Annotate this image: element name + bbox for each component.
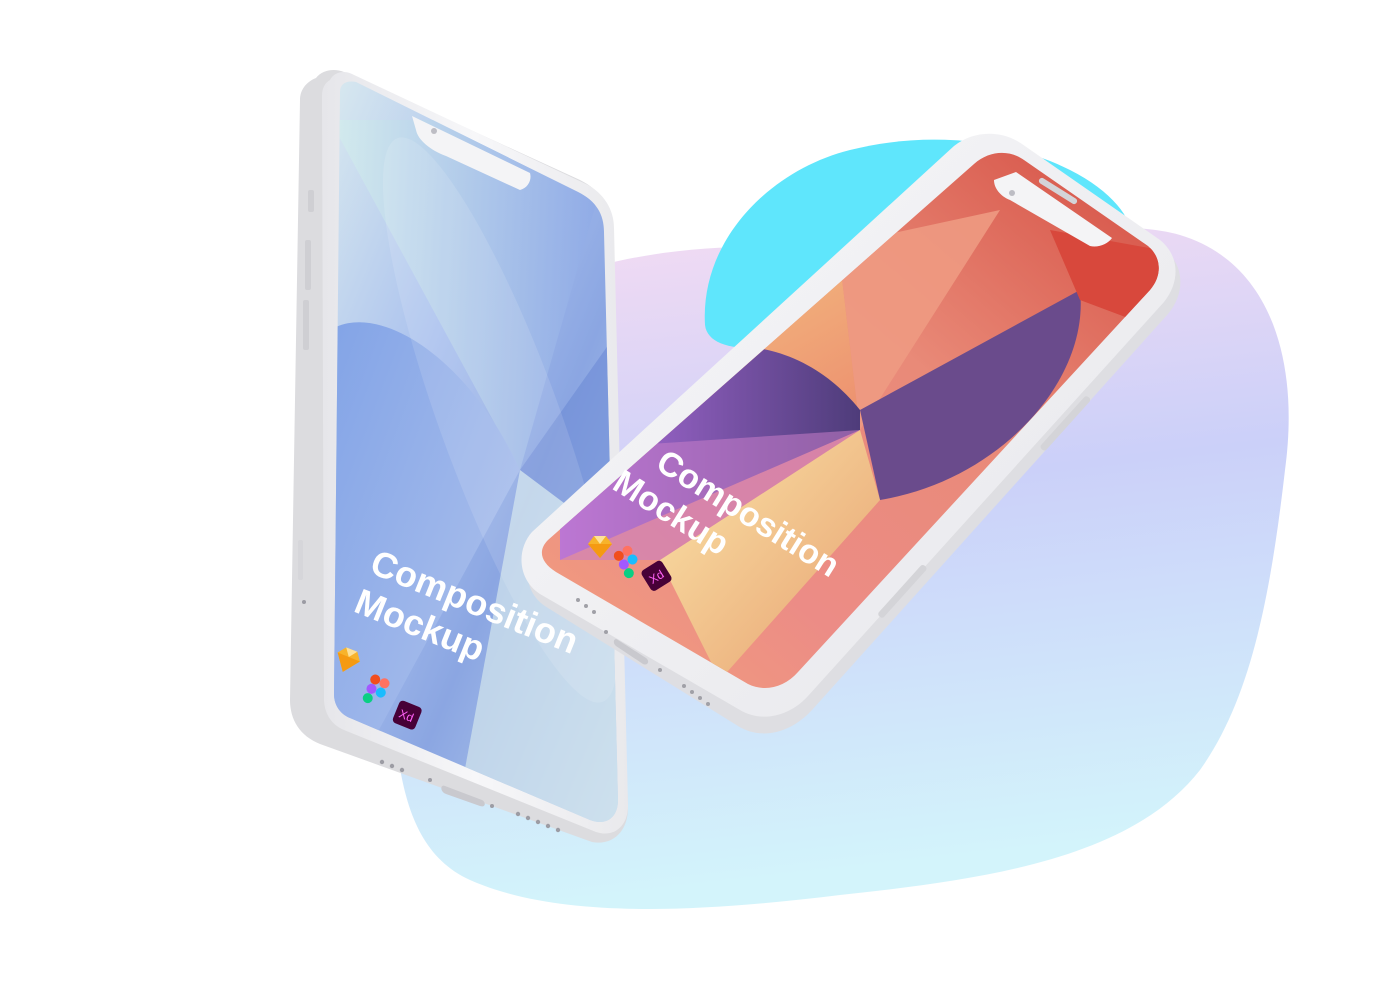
front-camera-icon [1009,190,1015,196]
phone-right: Composition Mockup Xd [521,133,1181,734]
mockup-scene: Composition Mockup Xd Composition Mockup… [0,0,1390,1001]
